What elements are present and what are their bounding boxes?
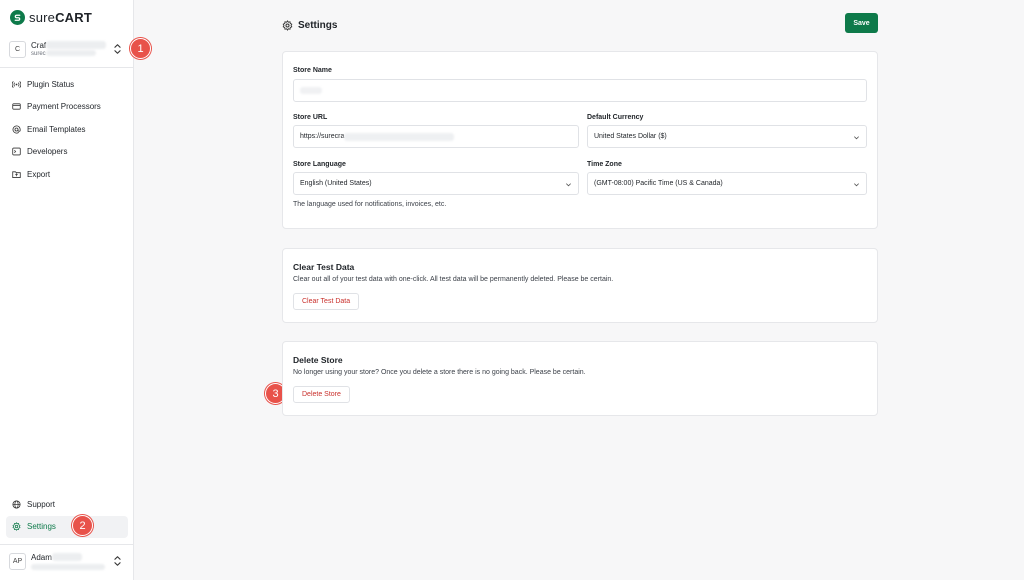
store-name-label: Store Name — [293, 67, 332, 74]
gear-icon — [282, 20, 293, 31]
redacted-text — [46, 41, 107, 50]
sidebar-item-label: Settings — [27, 522, 56, 532]
at-sign-icon — [12, 125, 21, 134]
broadcast-icon — [12, 80, 21, 88]
sidebar-item-label: Email Templates — [27, 124, 86, 134]
brand-wordmark: sureCART — [29, 10, 92, 25]
sidebar-divider — [0, 67, 133, 68]
timezone-value: (GMT-08:00) Pacific Time (US & Canada) — [594, 180, 723, 187]
store-slug-text: surec — [31, 50, 46, 57]
redacted-text — [344, 132, 455, 141]
user-menu[interactable]: AP Adam — [6, 549, 127, 573]
sidebar-item-label: Developers — [27, 147, 68, 157]
brand-logo[interactable]: sureCART — [10, 8, 92, 26]
chevron-updown-icon — [114, 556, 121, 566]
sidebar-item-developers[interactable]: Developers — [6, 141, 128, 164]
sidebar-item-label: Payment Processors — [27, 102, 101, 112]
store-url-label: Store URL — [293, 114, 328, 121]
page-header: Settings — [282, 20, 337, 31]
store-name: Craf — [31, 40, 107, 50]
sidebar-item-settings[interactable]: Settings — [6, 515, 128, 538]
clear-test-data-card: Clear Test Data Clear out all of your te… — [282, 248, 878, 323]
language-value: English (United States) — [300, 180, 372, 187]
sidebar-item-export[interactable]: Export — [6, 163, 128, 186]
chevron-updown-icon — [114, 44, 121, 54]
user-name-text: Adam — [31, 552, 52, 562]
user-info: Adam — [31, 553, 105, 570]
timezone-select[interactable]: (GMT-08:00) Pacific Time (US & Canada) — [587, 172, 867, 195]
export-folder-icon — [12, 171, 21, 178]
gear-icon — [12, 522, 21, 532]
currency-select[interactable]: United States Dollar ($) — [587, 125, 867, 148]
sidebar-nav: Plugin Status Payment Processors Email T… — [6, 73, 128, 186]
sidebar-item-label: Export — [27, 169, 51, 179]
chevron-down-icon — [854, 183, 859, 187]
user-name: Adam — [31, 553, 105, 562]
store-url-value: https://surecra — [300, 133, 345, 140]
clear-test-data-button[interactable]: Clear Test Data — [293, 293, 360, 310]
sidebar-item-support[interactable]: Support — [6, 493, 128, 516]
redacted-text — [31, 563, 105, 570]
redacted-text — [300, 87, 322, 94]
sidebar-item-label: Plugin Status — [27, 79, 75, 89]
terminal-icon — [12, 147, 21, 156]
currency-value: United States Dollar ($) — [594, 133, 667, 140]
language-label: Store Language — [293, 161, 346, 168]
clear-test-data-description: Clear out all of your test data with one… — [293, 276, 614, 283]
page-title: Settings — [298, 20, 338, 31]
delete-store-title: Delete Store — [293, 355, 343, 365]
user-avatar: AP — [9, 552, 26, 570]
store-url-input[interactable]: https://surecra — [293, 125, 579, 148]
sidebar-item-email-templates[interactable]: Email Templates — [6, 118, 128, 141]
store-avatar: C — [9, 41, 26, 58]
language-select[interactable]: English (United States) — [293, 172, 579, 195]
sidebar-item-plugin-status[interactable]: Plugin Status — [6, 73, 128, 96]
brand-wordmark-bold: CART — [55, 9, 92, 25]
store-slug: surec — [31, 49, 106, 59]
timezone-label: Time Zone — [587, 161, 622, 168]
brand-wordmark-light: sure — [29, 9, 56, 25]
step-badge-1: 1 — [130, 38, 151, 59]
delete-store-card: Delete Store No longer using your store?… — [282, 341, 878, 416]
redacted-text — [51, 553, 82, 562]
store-name-text: Craf — [31, 40, 47, 50]
sidebar-bottom-nav: Support Settings — [6, 493, 128, 538]
chevron-down-icon — [566, 183, 571, 187]
store-switcher[interactable]: C Craf surec — [6, 37, 127, 62]
sidebar: sureCART C Craf surec Plugin Status Paym… — [0, 0, 134, 580]
sidebar-item-payment-processors[interactable]: Payment Processors — [6, 96, 128, 119]
save-button[interactable]: Save — [845, 13, 878, 33]
sidebar-item-label: Support — [27, 499, 56, 509]
language-help-text: The language used for notifications, inv… — [293, 201, 447, 208]
delete-store-description: No longer using your store? Once you del… — [293, 369, 586, 376]
currency-label: Default Currency — [587, 114, 644, 121]
sidebar-divider — [0, 544, 133, 545]
step-badge-2: 2 — [72, 515, 93, 536]
chevron-down-icon — [854, 136, 859, 140]
delete-store-button[interactable]: Delete Store — [293, 386, 350, 403]
surecart-logo-icon — [10, 9, 25, 25]
globe-icon — [12, 500, 21, 509]
credit-card-icon — [12, 103, 21, 110]
store-name-input[interactable] — [293, 79, 867, 102]
store-switcher-text: Craf surec — [31, 40, 107, 59]
redacted-text — [45, 49, 96, 56]
clear-test-data-title: Clear Test Data — [293, 262, 355, 272]
store-settings-card: Store Name Store URL https://surecra Def… — [282, 51, 878, 229]
